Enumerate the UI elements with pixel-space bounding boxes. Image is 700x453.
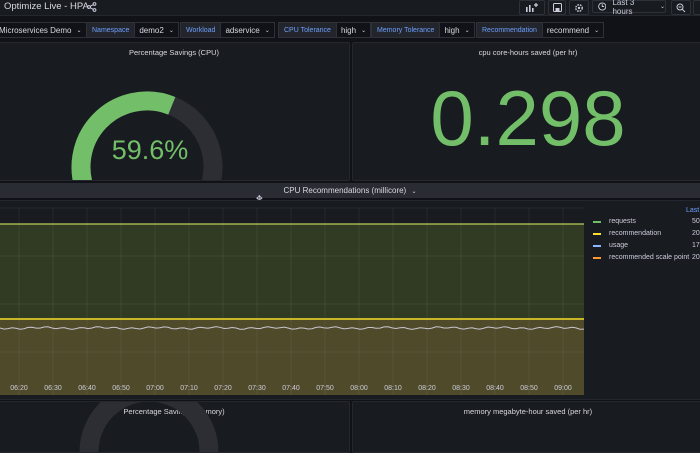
chevron-down-icon: ⌄ — [594, 27, 600, 34]
cpu-hours-panel: cpu core-hours saved (per hr) 0.298 — [352, 42, 700, 181]
chevron-down-icon: ⌄ — [659, 4, 665, 10]
time-range-label: Last 3 hours — [612, 0, 635, 16]
x-tick-label: 08:10 — [384, 385, 402, 392]
legend-item[interactable]: usage 17 — [593, 241, 700, 250]
cpu-tolerance-select[interactable]: high ⌄ — [336, 22, 372, 38]
recommendation-label: Recommendation — [476, 22, 543, 38]
dashboard-select[interactable]: Microservices Demo ⌄ — [0, 22, 87, 38]
clock-icon — [598, 2, 607, 11]
stat-value: 0.298 — [430, 74, 626, 162]
row-header[interactable]: CPU Recommendations (millicore) ⌄ ✥ — [0, 183, 700, 203]
legend-last-value: 50 — [692, 218, 700, 225]
x-tick-label: 07:40 — [282, 385, 300, 392]
x-tick-label: 06:30 — [44, 385, 62, 392]
legend-swatch — [593, 244, 601, 247]
row-title: CPU Recommendations (millicore) — [283, 186, 407, 195]
zoom-out-icon — [676, 3, 686, 12]
panel-title: memory megabyte-hour saved (per hr) — [463, 407, 593, 416]
legend-item[interactable]: recommended scale point 20 — [593, 253, 700, 262]
gear-icon — [575, 3, 583, 12]
recommendation-select[interactable]: recommend ⌄ — [542, 22, 605, 38]
dashboard-title[interactable]: Optimize Live - HPA — [4, 1, 89, 12]
workload-label: Workload — [180, 22, 222, 38]
cpu-savings-panel: Percentage Savings (CPU) 59.6% — [0, 42, 350, 181]
recommendation-area — [0, 320, 584, 395]
save-icon — [552, 3, 562, 12]
x-tick-label: 08:40 — [486, 385, 504, 392]
settings-button[interactable] — [569, 0, 589, 15]
gauge-track — [79, 402, 219, 452]
save-dashboard-button[interactable] — [548, 0, 566, 15]
bar-chart-add-icon — [526, 3, 538, 12]
x-tick-label: 09:00 — [554, 385, 572, 392]
refresh-button[interactable] — [693, 0, 700, 15]
x-tick-label: 07:20 — [214, 385, 232, 392]
chevron-down-icon: ⌄ — [168, 27, 174, 34]
legend-label: usage — [609, 242, 629, 249]
workload-select[interactable]: adservice ⌄ — [221, 22, 275, 38]
legend-label: requests — [609, 218, 636, 225]
memory-savings-gauge — [79, 402, 219, 452]
variable-memory-tolerance[interactable]: Memory Tolerance high ⌄ — [371, 22, 475, 38]
chevron-down-icon: ⌄ — [361, 27, 367, 34]
requests-area — [0, 224, 584, 320]
namespace-label: Namespace — [86, 22, 136, 38]
namespace-select[interactable]: demo2 ⌄ — [135, 22, 179, 38]
legend-swatch — [593, 232, 601, 235]
legend-swatch — [593, 256, 601, 259]
zoom-out-button[interactable] — [671, 0, 691, 15]
variable-dashboard[interactable]: Microservices Demo ⌄ — [0, 22, 87, 38]
memory-tolerance-select[interactable]: high ⌄ — [440, 22, 475, 38]
legend-last-value: 17 — [692, 242, 700, 249]
memory-tolerance-label: Memory Tolerance — [371, 22, 441, 38]
x-tick-label: 07:00 — [146, 385, 164, 392]
variables-bar: Microservices Demo ⌄ Namespace demo2 ⌄ Wor… — [0, 20, 700, 40]
x-tick-label: 06:20 — [10, 385, 28, 392]
chevron-down-icon: ⌄ — [411, 189, 417, 195]
panel-title: cpu core-hours saved (per hr) — [478, 48, 578, 57]
x-tick-label: 06:40 — [78, 385, 96, 392]
x-tick-label: 06:50 — [112, 385, 130, 392]
variable-workload[interactable]: Workload adservice ⌄ — [180, 22, 275, 38]
cpu-tolerance-label: CPU Tolerance — [278, 22, 337, 38]
chevron-down-icon: ⌄ — [264, 27, 270, 34]
variable-cpu-tolerance[interactable]: CPU Tolerance high ⌄ — [278, 22, 372, 38]
add-panel-button[interactable] — [519, 0, 545, 15]
memory-savings-panel: Percentage Savings (Memory) — [0, 401, 350, 453]
legend-item[interactable]: recommendation 20 — [593, 229, 700, 238]
legend-last-value: 20 — [692, 230, 700, 237]
gauge-value: 59.6% — [111, 135, 189, 165]
x-tick-label: 07:30 — [248, 385, 266, 392]
x-tick-label: 08:20 — [418, 385, 436, 392]
legend-label: recommended scale point — [609, 254, 690, 261]
time-picker[interactable]: Last 3 hours ⌄ — [592, 0, 666, 16]
x-tick-label: 08:00 — [350, 385, 368, 392]
legend-last-value: 20 — [692, 254, 700, 261]
legend-item[interactable]: requests 50 — [593, 217, 700, 226]
share-icon[interactable] — [87, 2, 97, 12]
chevron-down-icon: ⌄ — [76, 27, 82, 34]
x-tick-label: 08:50 — [520, 385, 538, 392]
legend-label: recommendation — [609, 230, 662, 237]
x-tick-label: 07:10 — [180, 385, 198, 392]
variable-namespace[interactable]: Namespace demo2 ⌄ — [86, 22, 179, 38]
chevron-down-icon: ⌄ — [464, 27, 470, 34]
top-bar: Optimize Live - HPA Last 3 hours ⌄ — [0, 0, 700, 16]
variable-recommendation[interactable]: Recommendation recommend ⌄ — [476, 22, 605, 38]
x-tick-label: 08:30 — [452, 385, 470, 392]
x-tick-label: 07:50 — [316, 385, 334, 392]
legend-swatch — [593, 220, 601, 223]
memory-hours-panel: memory megabyte-hour saved (per hr) — [352, 401, 700, 453]
